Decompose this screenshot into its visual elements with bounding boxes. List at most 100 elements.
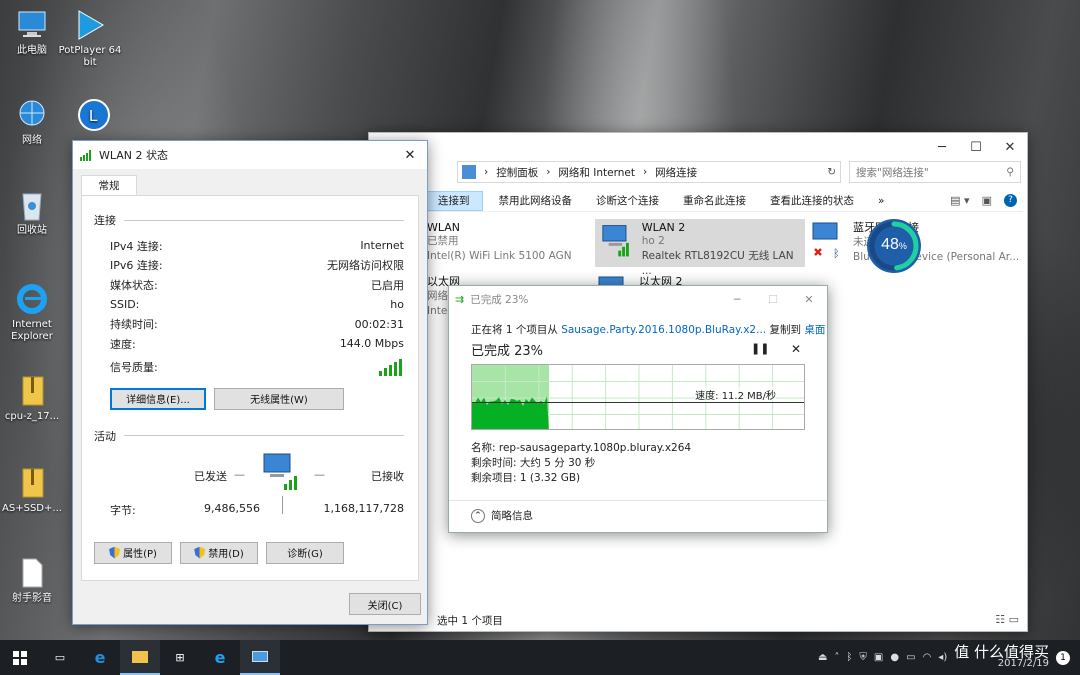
view-status-button[interactable]: 查看此连接的状态 bbox=[758, 191, 866, 211]
pause-button[interactable]: ❚❚ bbox=[751, 342, 769, 355]
more-commands-button[interactable]: » bbox=[866, 191, 896, 211]
copy-description: 正在将 1 个项目从 Sausage.Party.2016.1080p.BluR… bbox=[471, 322, 825, 337]
network-tray-icon[interactable]: ● bbox=[890, 652, 899, 663]
fewer-details-button[interactable]: ⌃ 简略信息 bbox=[471, 508, 533, 523]
status-bar-text: 选中 1 个项目 bbox=[437, 615, 503, 627]
battery-icon[interactable]: ▭ bbox=[906, 652, 915, 663]
refresh-icon[interactable]: ↻ bbox=[827, 166, 840, 178]
desktop-icon-recycle-bin[interactable]: 回收站 bbox=[0, 188, 64, 237]
task-view-button[interactable]: ▭ bbox=[40, 640, 80, 675]
desktop-icon-this-pc[interactable]: 此电脑 bbox=[0, 8, 64, 57]
bytes-received: 1,168,117,728 bbox=[323, 501, 404, 515]
view-options-icon[interactable]: ▤ ▾ bbox=[950, 194, 969, 207]
cancel-copy-button[interactable]: ✕ bbox=[791, 342, 801, 356]
breadcrumb-item[interactable]: 网络连接 bbox=[655, 165, 697, 180]
edge-taskbar-button[interactable]: e bbox=[80, 640, 120, 675]
internet-explorer-icon: e bbox=[214, 648, 226, 667]
shield-icon[interactable]: ⛨ bbox=[859, 652, 867, 663]
wireless-properties-button[interactable]: 无线属性(W) bbox=[214, 387, 344, 410]
name-label: 名称: bbox=[471, 442, 496, 454]
desktop-icon-app[interactable]: L bbox=[62, 98, 126, 135]
network-speed-badge[interactable]: 48% bbox=[866, 218, 922, 274]
network-taskbar-button[interactable] bbox=[240, 640, 280, 675]
details-button[interactable]: 详细信息(E)... bbox=[110, 387, 206, 410]
search-input[interactable]: 搜索"网络连接" bbox=[856, 165, 929, 180]
transfer-speed: 速度: 11.2 MB/秒 bbox=[695, 387, 776, 402]
general-tab-panel: 连接 IPv4 连接: Internet IPv6 连接: 无网络访问权限 媒体状态… bbox=[81, 195, 419, 581]
diagnose-button[interactable]: 诊断(G) bbox=[266, 541, 344, 564]
copy-source-link[interactable]: Sausage.Party.2016.1080p.BluRay.x2... bbox=[561, 324, 766, 336]
signal-icon bbox=[80, 150, 91, 161]
bytes-label: 字节: bbox=[110, 503, 136, 517]
info-value: 已启用 bbox=[371, 278, 404, 292]
svg-text:L: L bbox=[89, 108, 98, 125]
chevron-up-icon[interactable]: ˄ bbox=[834, 652, 839, 663]
network-activity-icon bbox=[263, 453, 297, 490]
desktop-icon-potplayer[interactable]: PotPlayer 64 bit bbox=[58, 8, 122, 69]
file-explorer-taskbar-button[interactable] bbox=[120, 640, 160, 675]
desktop-icon-label: PotPlayer 64 bit bbox=[58, 45, 122, 68]
tray-date[interactable]: 2017/2/19 bbox=[998, 658, 1049, 670]
breadcrumb-item[interactable]: 控制面板 bbox=[496, 165, 538, 180]
rename-connection-button[interactable]: 重命名此连接 bbox=[671, 191, 758, 211]
info-value: ho bbox=[390, 298, 404, 312]
signal-strength-icon bbox=[379, 358, 402, 376]
desktop-icon-network[interactable]: 网络 bbox=[0, 98, 64, 147]
volume-icon[interactable]: ◂) bbox=[938, 652, 947, 663]
connect-to-button[interactable]: 连接到 bbox=[425, 190, 483, 211]
windows-logo-icon bbox=[13, 650, 27, 665]
close-button[interactable]: ✕ bbox=[393, 148, 427, 163]
close-button[interactable]: ✕ bbox=[993, 133, 1027, 161]
maximize-button[interactable]: ☐ bbox=[959, 133, 993, 161]
diagnose-connection-button[interactable]: 诊断这个连接 bbox=[584, 191, 671, 211]
desktop-icon-cpuz[interactable]: cpu-z_17... bbox=[0, 374, 64, 423]
desktop-icon-label: AS+SSD+... bbox=[2, 503, 62, 514]
desktop-icon-label: Internet Explorer bbox=[11, 319, 53, 342]
watermark-text: 值 什么值得买 bbox=[954, 642, 1049, 661]
disable-button[interactable]: 禁用(D) bbox=[180, 541, 258, 564]
copy-progress-icon: ⇉ bbox=[455, 292, 465, 306]
search-box[interactable]: 搜索"网络连接" ⚲ bbox=[849, 161, 1021, 183]
address-bar[interactable]: › 控制面板 › 网络和 Internet › 网络连接 ↻ bbox=[457, 161, 841, 183]
info-key: IPv6 连接: bbox=[110, 259, 163, 273]
ie-taskbar-button[interactable]: e bbox=[200, 640, 240, 675]
connection-item-wlan2[interactable]: WLAN 2 ho 2 Realtek RTL8192CU 无线 LAN ... bbox=[595, 219, 805, 277]
view-toggle-icon[interactable]: ☷ ▭ bbox=[995, 613, 1019, 626]
disable-button-label: 禁用(D) bbox=[208, 549, 244, 561]
minimize-button[interactable]: ─ bbox=[925, 133, 959, 161]
close-dialog-button[interactable]: 关闭(C) bbox=[349, 593, 421, 615]
start-button[interactable] bbox=[0, 640, 40, 675]
wifi-icon[interactable]: ◠ bbox=[923, 652, 932, 663]
copy-destination-link[interactable]: 桌面 bbox=[804, 324, 825, 336]
desktop-icon-asssd[interactable]: AS+SSD+... bbox=[0, 466, 64, 515]
svg-text:ᛒ: ᛒ bbox=[833, 247, 840, 259]
folder-icon bbox=[132, 650, 148, 663]
desktop-icon-ie[interactable]: Internet Explorer bbox=[0, 282, 64, 343]
uac-shield-icon bbox=[194, 546, 206, 559]
connection-item-wlan[interactable]: WLAN 已禁用 Intel(R) WiFi Link 5100 AGN bbox=[427, 221, 572, 264]
info-key: 速度: bbox=[110, 337, 136, 351]
chevron-up-icon: ⌃ bbox=[471, 508, 485, 523]
bluetooth-icon[interactable]: ᛒ bbox=[846, 652, 852, 663]
app-tray-icon[interactable]: ▣ bbox=[874, 652, 883, 663]
copy-title: 已完成 23% bbox=[470, 293, 529, 306]
maximize-button: ☐ bbox=[768, 292, 778, 306]
preview-pane-icon[interactable]: ▣ bbox=[982, 194, 992, 207]
tab-general[interactable]: 常规 bbox=[81, 175, 137, 195]
network-globe-icon bbox=[19, 100, 45, 126]
info-key: IPv4 连接: bbox=[110, 239, 163, 253]
usb-icon[interactable]: ⏏ bbox=[818, 652, 827, 663]
disable-device-button[interactable]: 禁用此网络设备 bbox=[487, 191, 585, 211]
breadcrumb-item[interactable]: 网络和 Internet bbox=[558, 165, 635, 180]
notification-count[interactable]: 1 bbox=[1056, 650, 1070, 665]
task-view-icon: ▭ bbox=[54, 651, 66, 664]
help-icon[interactable]: ? bbox=[1004, 194, 1017, 207]
desktop-icon-shooter[interactable]: 射手影音 bbox=[0, 556, 64, 605]
zip-file-icon bbox=[22, 376, 44, 406]
properties-button[interactable]: 属性(P) bbox=[94, 541, 172, 564]
copy-titlebar: ⇉ 已完成 23% ─ ☐ ✕ bbox=[449, 286, 827, 312]
info-row-media: 媒体状态: 已启用 bbox=[110, 275, 404, 295]
minimize-button[interactable]: ─ bbox=[719, 293, 755, 306]
close-button[interactable]: ✕ bbox=[791, 293, 827, 306]
store-taskbar-button[interactable]: ⊞ bbox=[160, 640, 200, 675]
